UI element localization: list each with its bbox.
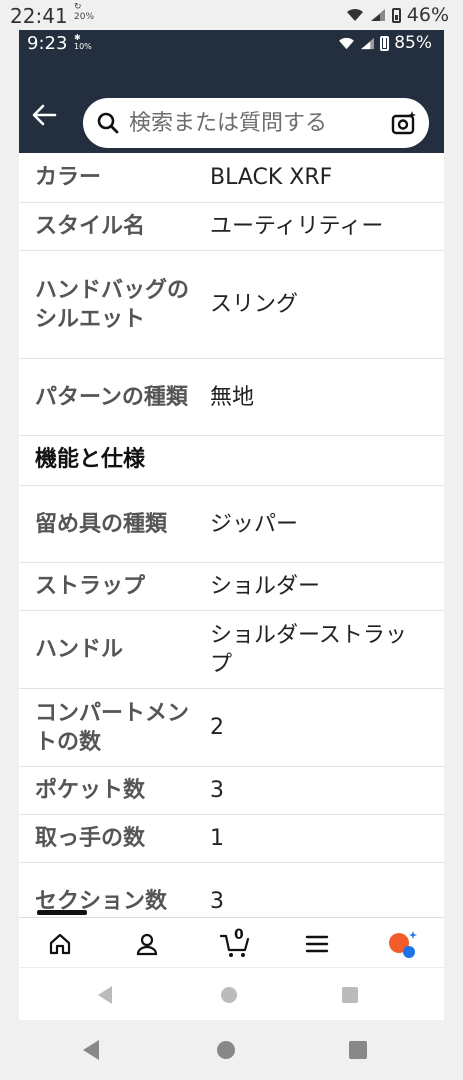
spec-key: カラー [35, 165, 102, 190]
battery-icon [380, 35, 390, 51]
inner-notification-icon: ✱ 10% [74, 33, 92, 51]
spec-row: ポケット数 3 [19, 767, 444, 815]
spec-row: カラー BLACK XRF [19, 153, 444, 203]
spec-key: ハンドバッグのシルエット [35, 277, 190, 332]
system-home-icon[interactable] [219, 984, 239, 1006]
spec-value: 3 [210, 888, 224, 914]
spec-value: スリング [210, 292, 299, 317]
signal-icon [370, 9, 385, 21]
spec-key: 取っ手の数 [35, 826, 146, 851]
spec-section-heading: 機能と仕様 [19, 436, 444, 486]
spec-row: スタイル名 ユーティリティー [19, 203, 444, 251]
battery-icon [391, 7, 401, 23]
nav-menu[interactable] [297, 926, 337, 962]
spec-value: 2 [210, 715, 224, 740]
outer-status-bar: 22:41 ↻ 20% 46% [0, 0, 463, 30]
inner-status-icons: 85% [338, 33, 432, 53]
inner-system-nav [19, 967, 444, 1020]
bottom-nav: 0 [19, 917, 444, 967]
nav-home[interactable] [40, 926, 80, 962]
outer-recents-icon[interactable] [347, 1038, 369, 1062]
spec-row: 留め具の種類 ジッパー [19, 486, 444, 563]
search-input[interactable] [129, 107, 375, 139]
spec-row: ハンドル ショルダーストラップ [19, 611, 444, 689]
rufus-icon [389, 931, 417, 958]
spec-row: パターンの種類 無地 [19, 359, 444, 436]
spec-key: ハンドル [35, 637, 124, 662]
nav-account[interactable] [127, 926, 167, 962]
person-icon [136, 933, 158, 956]
system-recents-icon[interactable] [340, 984, 360, 1006]
spec-row: 取っ手の数 1 [19, 815, 444, 863]
scroll-indicator [37, 910, 87, 915]
spec-row: ストラップ ショルダー [19, 563, 444, 611]
spec-value: BLACK XRF [210, 165, 333, 190]
outer-home-icon[interactable] [215, 1038, 237, 1062]
spec-value: ジッパー [210, 511, 299, 537]
signal-icon [361, 37, 375, 49]
inner-clock: 9:23 [27, 33, 68, 54]
nav-cart[interactable]: 0 [211, 926, 261, 962]
spec-key: コンパートメントの数 [35, 700, 190, 755]
inner-battery-level: 85% [394, 33, 432, 53]
spec-row: ハンドバッグのシルエット スリング [19, 251, 444, 359]
search-icon [97, 112, 119, 138]
cart-count: 0 [234, 927, 244, 943]
back-arrow-icon[interactable] [31, 102, 59, 130]
outer-notification-icon: ↻ 20% [74, 2, 95, 22]
outer-clock: 22:41 [10, 4, 68, 28]
outer-battery-level: 46% [406, 4, 449, 26]
outer-back-icon[interactable] [80, 1038, 102, 1062]
outer-system-nav [0, 1020, 463, 1080]
wifi-icon [346, 8, 363, 21]
spec-value: ショルダーストラップ [210, 622, 407, 677]
phone-screen: 9:23 ✱ 10% 85% カラー BLACK XRF スタイル名 ユーティリティー… [19, 30, 444, 1020]
spec-key: パターンの種類 [35, 384, 188, 410]
wifi-icon [339, 37, 355, 49]
spec-table: カラー BLACK XRF スタイル名 ユーティリティーハンドバッグのシルエット スリン… [19, 153, 444, 940]
spec-key: スタイル名 [35, 214, 146, 239]
menu-icon [305, 935, 329, 953]
spec-key: ポケット数 [35, 778, 146, 803]
spec-row: コンパートメントの数 2 [19, 689, 444, 767]
system-back-icon[interactable] [95, 984, 115, 1006]
spec-value: 3 [210, 778, 224, 803]
section-title: 機能と仕様 [35, 447, 146, 472]
spec-value: ユーティリティー [210, 214, 384, 239]
search-bar[interactable] [83, 98, 429, 148]
spec-key: ストラップ [35, 574, 146, 599]
nav-assistant[interactable] [383, 926, 423, 962]
spec-key: 留め具の種類 [35, 511, 168, 537]
outer-status-icons: 46% [346, 4, 449, 26]
camera-search-icon[interactable] [391, 110, 417, 140]
spec-value: 1 [210, 826, 224, 851]
spec-value: ショルダー [210, 574, 321, 599]
spec-value: 無地 [210, 384, 255, 410]
home-icon [49, 933, 71, 955]
search-header [19, 58, 444, 153]
inner-status-bar: 9:23 ✱ 10% 85% [19, 30, 444, 58]
